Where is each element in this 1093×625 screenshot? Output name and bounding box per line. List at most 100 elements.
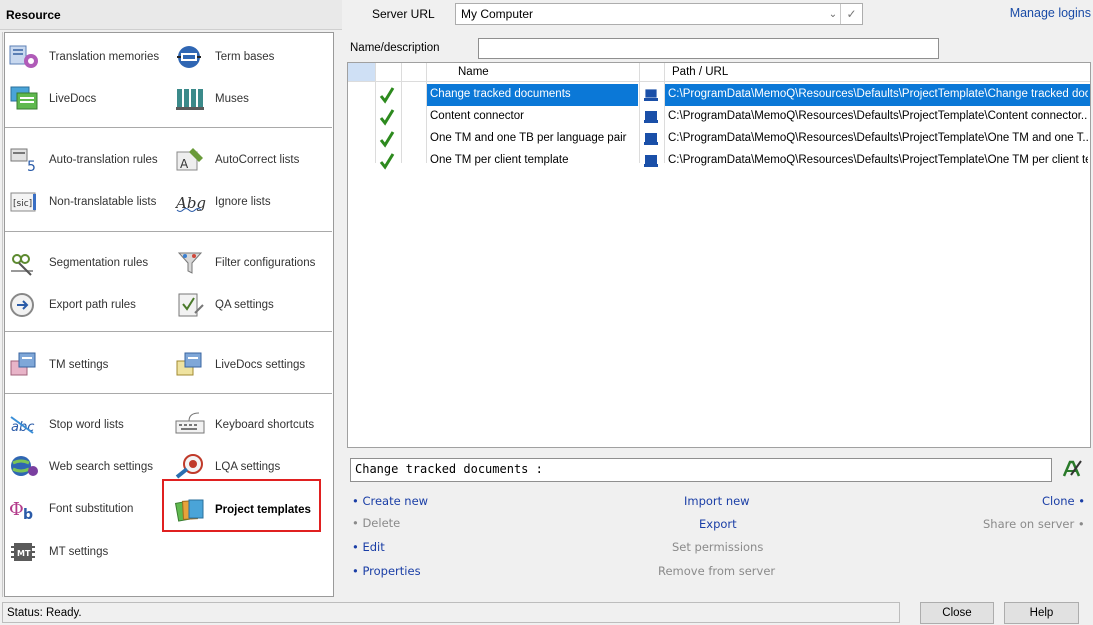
table-row[interactable]: One TM per client template C:\ProgramDat… [348,150,1090,172]
resource-label: Auto-translation rules [49,154,158,166]
resource-label: Segmentation rules [49,257,149,269]
lqa-settings-icon [175,453,207,481]
auto-translation-rules-icon: 5 [9,146,41,175]
templates-grid: Name Path / URL Change tracked documents… [347,62,1091,448]
row-path: C:\ProgramData\MemoQ\Resources\Defaults\… [668,154,1088,166]
export-link[interactable]: Export [699,517,737,531]
resource-livedocs-settings[interactable]: LiveDocs settings [175,349,305,381]
delete-link[interactable]: • Delete [352,516,400,530]
resource-qa-settings[interactable]: QA settings [175,289,274,321]
table-row[interactable]: Content connector C:\ProgramData\MemoQ\R… [348,106,1090,128]
resource-label: LiveDocs [49,93,97,105]
filter-configurations-icon [175,249,207,277]
ignore-lists-icon: Abg [174,188,207,216]
resource-header: Resource [0,0,342,30]
left-panel-edge [333,32,334,597]
group-separator [5,231,332,232]
resource-label: LiveDocs settings [215,359,306,371]
resource-font-substitution[interactable]: Φb Font substitution [9,493,133,525]
non-translatable-lists-icon: [sic] [9,188,41,216]
resource-muses[interactable]: Muses [175,83,249,115]
row-name: One TM per client template [430,154,569,166]
name-description-label: Name/description [350,42,440,54]
local-computer-icon [644,155,658,167]
resource-autocorrect-lists[interactable]: A AutoCorrect lists [175,144,299,176]
check-icon[interactable]: ✓ [840,4,862,24]
svg-text:5: 5 [27,159,36,174]
resource-tm-settings[interactable]: TM settings [9,349,108,381]
memoq-resource-console: Resource Translation memories Term bases… [0,0,1093,625]
edit-link[interactable]: • Edit [352,540,385,554]
resource-label: LQA settings [215,461,281,473]
web-search-settings-icon [9,453,41,481]
share-on-server-link[interactable]: Share on server • [983,517,1085,531]
status-bar: Status: Ready. [2,602,900,623]
row-path: C:\ProgramData\MemoQ\Resources\Defaults\… [668,132,1088,144]
svg-text:abc: abc [11,420,34,435]
resource-non-translatable-lists[interactable]: [sic] Non-translatable lists [9,186,156,218]
resource-label: MT settings [49,546,109,558]
resource-term-bases[interactable]: Term bases [175,41,274,73]
column-header-path[interactable]: Path / URL [672,66,728,78]
checkmark-icon [379,109,395,126]
resource-filter-configurations[interactable]: Filter configurations [175,247,315,279]
resource-ignore-lists[interactable]: Abg Ignore lists [174,186,271,218]
segmentation-rules-icon [9,249,41,277]
table-row[interactable]: One TM and one TB per language pair C:\P… [348,128,1090,150]
header-selector-cell [348,63,375,81]
highlight-box [162,479,321,532]
resource-translation-memories[interactable]: Translation memories [9,41,159,73]
help-button[interactable]: Help [1004,602,1079,624]
resource-label: Translation memories [49,51,160,63]
resource-stop-word-lists[interactable]: abc Stop word lists [9,409,124,441]
create-new-link[interactable]: • Create new [352,494,428,508]
server-url-dropdown[interactable]: My Computer ⌄ ✓ [455,3,863,25]
autocorrect-lists-icon: A [175,146,207,174]
svg-text:Abg: Abg [175,194,206,212]
muses-icon [175,85,207,113]
table-row[interactable]: Change tracked documents C:\ProgramData\… [348,84,1090,106]
clone-link[interactable]: Clone • [1042,494,1085,508]
resource-label: Term bases [215,51,275,63]
group-separator [5,331,332,332]
resource-label: Ignore lists [215,196,271,208]
keyboard-shortcuts-icon [175,411,207,439]
edit-description-icon[interactable] [1061,457,1083,479]
local-computer-icon [644,88,658,101]
remove-from-server-link[interactable]: Remove from server [658,564,775,578]
resource-auto-translation-rules[interactable]: 5 Auto-translation rules [9,144,158,176]
grid-header: Name Path / URL [348,63,1090,82]
manage-logins-link[interactable]: Manage logins [1010,6,1091,20]
resource-label: Filter configurations [215,257,316,269]
term-bases-icon [175,43,207,71]
checkmark-icon [379,131,395,148]
resource-mt-settings[interactable]: MT MT settings [9,536,108,568]
import-new-link[interactable]: Import new [684,494,750,508]
stop-word-lists-icon: abc [9,411,41,439]
close-button[interactable]: Close [920,602,994,624]
resource-label: Export path rules [49,299,136,311]
properties-link[interactable]: • Properties [352,564,421,578]
checkmark-icon [379,87,395,104]
row-path: C:\ProgramData\MemoQ\Resources\Defaults\… [668,110,1088,122]
resource-label: Keyboard shortcuts [215,419,315,431]
set-permissions-link[interactable]: Set permissions [672,540,763,554]
resource-label: TM settings [49,359,109,371]
mt-settings-icon: MT [9,538,41,566]
group-separator [5,127,332,128]
column-header-name[interactable]: Name [458,66,489,78]
row-name: One TM and one TB per language pair [430,132,627,144]
resource-livedocs[interactable]: LiveDocs [9,83,96,115]
tm-settings-icon [9,351,41,379]
chevron-down-icon[interactable]: ⌄ [826,9,840,20]
resource-web-search-settings[interactable]: Web search settings [9,451,153,483]
resource-label: Web search settings [49,461,153,473]
name-description-input[interactable] [478,38,939,59]
resource-export-path-rules[interactable]: Export path rules [9,289,136,321]
svg-text:MT: MT [17,549,31,558]
font-substitution-icon: Φb [9,495,41,523]
svg-text:[sic]: [sic] [13,199,32,209]
resource-keyboard-shortcuts[interactable]: Keyboard shortcuts [175,409,314,441]
row-path: C:\ProgramData\MemoQ\Resources\Defaults\… [668,88,1088,100]
resource-segmentation-rules[interactable]: Segmentation rules [9,247,148,279]
